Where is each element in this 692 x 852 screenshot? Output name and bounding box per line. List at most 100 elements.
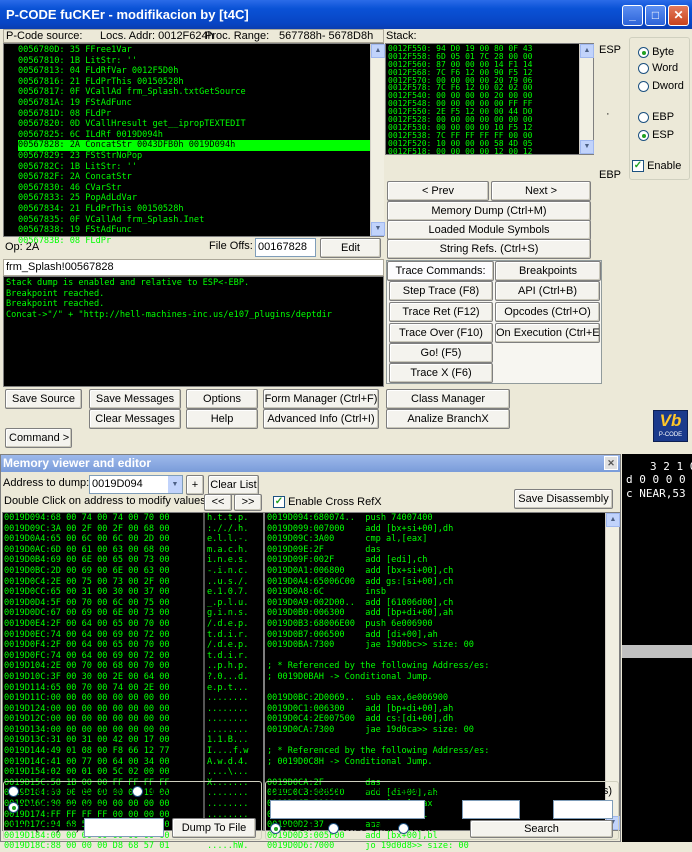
code-line[interactable]: 0056781D: 08 FLdPr xyxy=(18,109,370,120)
trace-x-button[interactable]: Trace X (F6) xyxy=(389,363,493,383)
ascii-row[interactable]: ..u.s./. xyxy=(207,577,257,588)
clear-list-button[interactable]: Clear List xyxy=(208,475,259,495)
code-scrollbar[interactable]: ▲ ▼ xyxy=(370,44,385,236)
stack-line[interactable]: 0012F550: 2E F5 12 00 00 44 D0 xyxy=(388,108,578,116)
size-dword-option[interactable]: Dword xyxy=(638,80,684,92)
code-line[interactable]: 00567830: 46 CVarStr xyxy=(18,183,370,194)
code-line[interactable]: 0056783B: 08 FLdPr xyxy=(18,236,370,247)
search-input[interactable] xyxy=(270,800,425,819)
code-line[interactable]: 00567825: 6C ILdRf 0019D094h xyxy=(18,130,370,141)
ascii-row[interactable]: h.t.t.p. xyxy=(207,513,257,524)
stack-scrollbar[interactable]: ▲ ▼ xyxy=(579,44,594,154)
opcodes-button[interactable]: Opcodes (Ctrl+O) xyxy=(495,302,600,322)
disasm-line[interactable]: ; 0019D0BAH -> Conditional Jump. xyxy=(267,672,603,683)
size-byte-option[interactable]: Byte xyxy=(638,46,674,58)
disasm-line[interactable]: 0019D0C1:006300 add [bp+di+00],ah xyxy=(267,704,603,715)
disasm-line[interactable] xyxy=(267,651,603,662)
disasm-line[interactable]: 0019D0A1:006800 add [bx+si+00],ch xyxy=(267,566,603,577)
hex-row[interactable]: 0019D0DC:67 00 69 00 6E 00 73 00 xyxy=(4,608,202,619)
encoding-ascii-option[interactable]: ASCII xyxy=(270,822,312,834)
hex-row[interactable]: 0019D124:00 00 00 00 00 00 00 00 xyxy=(4,704,202,715)
hex-row[interactable]: 0019D13C:31 00 31 00 42 00 17 00 xyxy=(4,735,202,746)
next-button[interactable]: Next > xyxy=(491,181,591,201)
stack-line[interactable]: 0012F578: 7C F6 12 00 02 02 00 xyxy=(388,84,578,92)
disasm-line[interactable]: 0019D09F:002F add [edi],ch xyxy=(267,555,603,566)
message-line[interactable]: Breakpoint reached. xyxy=(6,289,382,300)
disasm-line[interactable]: ; * Referenced by the following Address/… xyxy=(267,661,603,672)
code-line[interactable]: 00567810: 1B LitStr: '' xyxy=(18,56,370,67)
ascii-row[interactable]: i.n.e.s. xyxy=(207,555,257,566)
ascii-row[interactable]: t.d.i.r. xyxy=(207,630,257,641)
stack-line[interactable]: 0012F560: 87 00 00 00 14 F1 14 xyxy=(388,61,578,69)
disasm-line[interactable]: 0019D094:680074.. push 74007400 xyxy=(267,513,603,524)
reg-ebp-option[interactable]: EBP xyxy=(638,111,674,123)
prev-page-button[interactable]: << xyxy=(204,494,232,511)
disasm-line[interactable] xyxy=(267,683,603,694)
hex-row[interactable]: 0019D09C:3A 00 2F 00 2F 00 68 00 xyxy=(4,524,202,535)
address-input[interactable]: 0019D094 ▼ xyxy=(89,475,183,494)
stack-line[interactable]: 0012F568: 7C F6 12 00 90 F5 12 xyxy=(388,69,578,77)
analize-branchx-button[interactable]: Analize BranchX xyxy=(386,409,510,429)
scroll-up-icon[interactable]: ▲ xyxy=(371,44,385,58)
ascii-row[interactable]: ........ xyxy=(207,693,257,704)
close-button[interactable]: ✕ xyxy=(668,5,689,26)
scroll-down-icon[interactable]: ▼ xyxy=(371,222,385,236)
ascii-row[interactable]: .....hW. xyxy=(207,841,257,852)
ascii-row[interactable]: e.1.0.7. xyxy=(207,587,257,598)
hex-row[interactable]: 0019D094:68 00 74 00 74 00 70 00 xyxy=(4,513,202,524)
disasm-line[interactable]: 0019D0CA:7300 jae 19d0ca>> size: 00 xyxy=(267,725,603,736)
prev-button[interactable]: < Prev xyxy=(387,181,489,201)
disasm-line[interactable]: 0019D0BA:7300 jae 19d0bc>> size: 00 xyxy=(267,640,603,651)
ascii-row[interactable]: :././.h. xyxy=(207,524,257,535)
cross-ref-checkbox[interactable]: ✓ Enable Cross RefX xyxy=(273,496,382,509)
ascii-row[interactable]: e.p.t... xyxy=(207,683,257,694)
disasm-line[interactable]: 0019D0A8:6C insb xyxy=(267,587,603,598)
hex-row[interactable]: 0019D0D4:5F 00 70 00 6C 00 75 00 xyxy=(4,598,202,609)
disasm-line[interactable]: 0019D0B7:006500 add [di+00],ah xyxy=(267,630,603,641)
disasm-line[interactable]: ; * Referenced by the following Address/… xyxy=(267,746,603,757)
dump-to-file-button[interactable]: Dump To File xyxy=(172,818,256,838)
stack-line[interactable]: 0012F558: 6D 05 01 7C 28 00 00 xyxy=(388,53,578,61)
stack-line[interactable]: 0012F520: 10 00 00 00 58 4D 05 xyxy=(388,140,578,148)
ascii-row[interactable]: m.a.c.h. xyxy=(207,545,257,556)
stack-dump[interactable]: 0012F550: 94 D0 19 00 80 0F 43 0012F558: … xyxy=(385,43,594,155)
hex-row[interactable]: 0019D18C:88 00 00 00 D8 68 57 01 xyxy=(4,841,202,852)
stack-line[interactable]: 0012F530: 00 00 00 00 10 F5 12 xyxy=(388,124,578,132)
hex-row[interactable]: 0019D14C:41 00 77 00 64 00 34 00 xyxy=(4,757,202,768)
size-word-option[interactable]: Word xyxy=(638,62,678,74)
ascii-row[interactable]: -.i.n.c. xyxy=(207,566,257,577)
reg-esp-option[interactable]: ESP xyxy=(638,129,674,141)
code-line[interactable]: 00567834: 21 FLdPrThis 00150528h xyxy=(18,204,370,215)
code-line[interactable]: 00567829: 23 FStStrNoPop xyxy=(18,151,370,162)
hex-row[interactable]: 0019D0EC:74 00 64 00 69 00 72 00 xyxy=(4,630,202,641)
code-line[interactable]: 00567816: 21 FLdPrThis 00150528h xyxy=(18,77,370,88)
enable-checkbox[interactable]: ✓ Enable xyxy=(632,160,681,173)
memory-dump-button[interactable]: Memory Dump (Ctrl+M) xyxy=(387,201,591,221)
api-button[interactable]: API (Ctrl+B) xyxy=(495,281,600,301)
stack-line[interactable]: 0012F540: 00 00 00 00 20 00 00 xyxy=(388,92,578,100)
hex-row[interactable]: 0019D0A4:65 00 6C 00 6C 00 2D 00 xyxy=(4,534,202,545)
tab-breakpoints[interactable]: Breakpoints xyxy=(495,261,601,281)
ascii-row[interactable]: ........ xyxy=(207,704,257,715)
size-bytes-input[interactable] xyxy=(84,818,164,837)
trace-over-button[interactable]: Trace Over (F10) xyxy=(389,323,493,343)
hex-row[interactable]: 0019D114:65 00 70 00 74 00 2E 00 xyxy=(4,683,202,694)
form-manager-button[interactable]: Form Manager (Ctrl+F) xyxy=(263,389,379,409)
format-hex-option[interactable]: HEX data xyxy=(132,785,193,797)
ascii-row[interactable]: 1.1.B... xyxy=(207,735,257,746)
search-size-input[interactable] xyxy=(553,800,613,819)
hex-row[interactable]: 0019D134:00 00 00 00 00 00 00 00 xyxy=(4,725,202,736)
memory-close-button[interactable]: ✕ xyxy=(604,456,618,470)
ascii-row[interactable]: /.d.e.p. xyxy=(207,619,257,630)
code-line[interactable]: 00567817: 0F VCallAd frm_Splash.txtGetSo… xyxy=(18,87,370,98)
search-button[interactable]: Search xyxy=(470,820,613,838)
stack-line[interactable]: 0012F548: 00 00 00 00 00 FF FF xyxy=(388,100,578,108)
command-button[interactable]: Command > xyxy=(5,428,72,448)
hex-row[interactable]: 0019D11C:00 00 00 00 00 00 00 00 xyxy=(4,693,202,704)
encoding-hex-option[interactable]: Hex xyxy=(398,822,432,834)
message-line[interactable]: Concat->"/" + "http://hell-machines-inc.… xyxy=(6,310,382,321)
advanced-info-button[interactable]: Advanced Info (Ctrl+I) xyxy=(263,409,379,429)
encoding-widechar-option[interactable]: Wide Char xyxy=(328,822,394,834)
ascii-row[interactable]: ........ xyxy=(207,714,257,725)
save-source-button[interactable]: Save Source xyxy=(5,389,82,409)
